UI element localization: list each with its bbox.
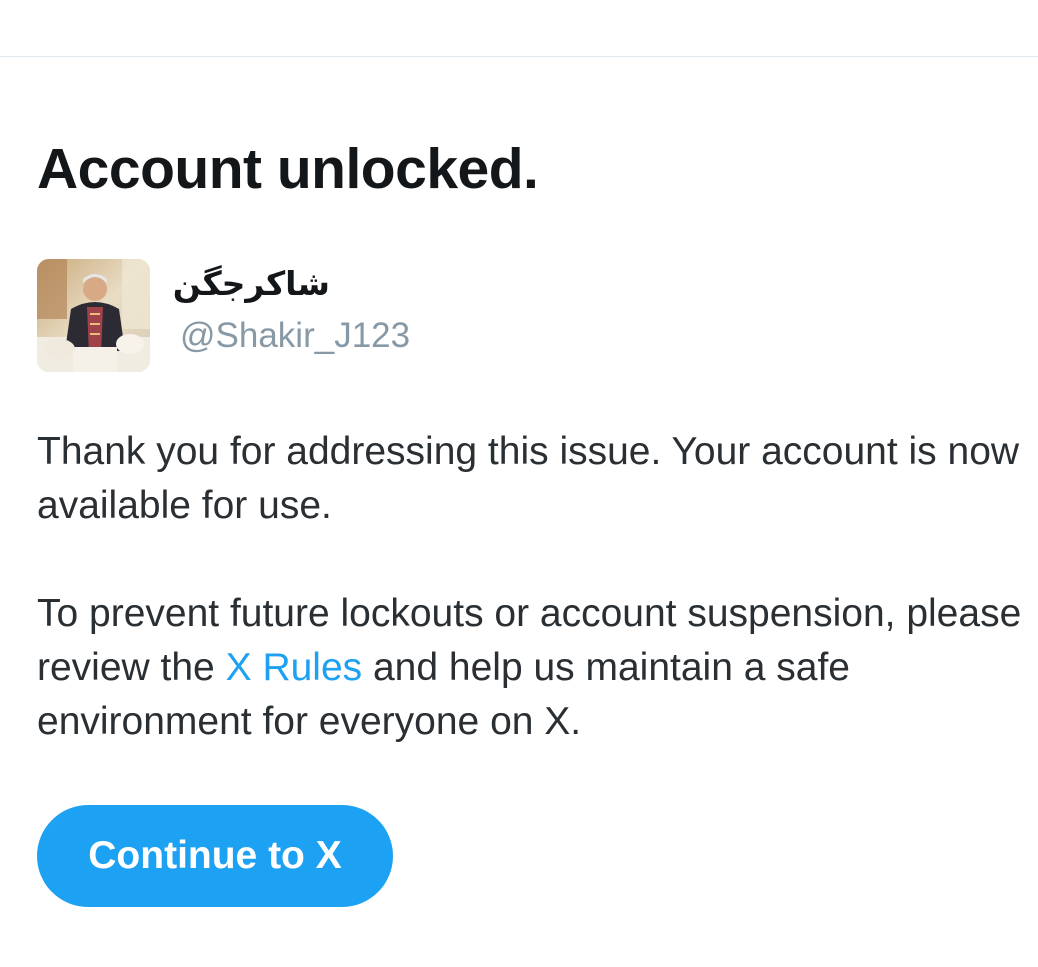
account-handle: @Shakir_J123: [180, 316, 411, 355]
continue-button[interactable]: Continue to X: [37, 805, 393, 907]
avatar: [37, 259, 150, 372]
display-name: شاکرجگن: [172, 264, 330, 303]
page-title: Account unlocked.: [37, 137, 539, 201]
avatar-photo: [37, 259, 150, 372]
rules-message: To prevent future lockouts or account su…: [37, 587, 1032, 749]
top-divider: [0, 56, 1038, 57]
unlock-message: Thank you for addressing this issue. You…: [37, 430, 1020, 527]
x-rules-link[interactable]: X Rules: [226, 646, 363, 689]
